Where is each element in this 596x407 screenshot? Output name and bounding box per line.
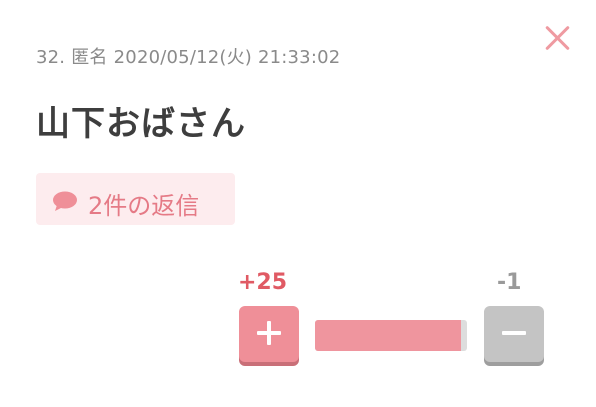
comment-author: 匿名 [71,47,108,68]
comment-card: 32. 匿名 2020/05/12(火) 21:33:02 山下おばさん 2件の返信… [0,0,596,407]
plus-vote-count: +25 [238,270,288,295]
speech-bubble-icon [53,191,77,211]
comment-number: 32. [36,47,66,68]
comment-body: 山下おばさん [36,104,246,144]
close-icon[interactable] [544,24,572,52]
minus-vote-count: -1 [497,270,522,295]
minus-vote-button[interactable] [484,306,544,362]
comment-meta: 32. 匿名 2020/05/12(火) 21:33:02 [36,43,346,69]
vote-ratio-bar [315,320,467,351]
reply-count-button[interactable]: 2件の返信 [36,173,235,225]
plus-vote-button[interactable] [239,306,299,362]
reply-count-label: 2件の返信 [88,192,200,220]
comment-datetime: 2020/05/12(火) 21:33:02 [113,47,341,68]
vote-ratio-fill [315,320,462,351]
